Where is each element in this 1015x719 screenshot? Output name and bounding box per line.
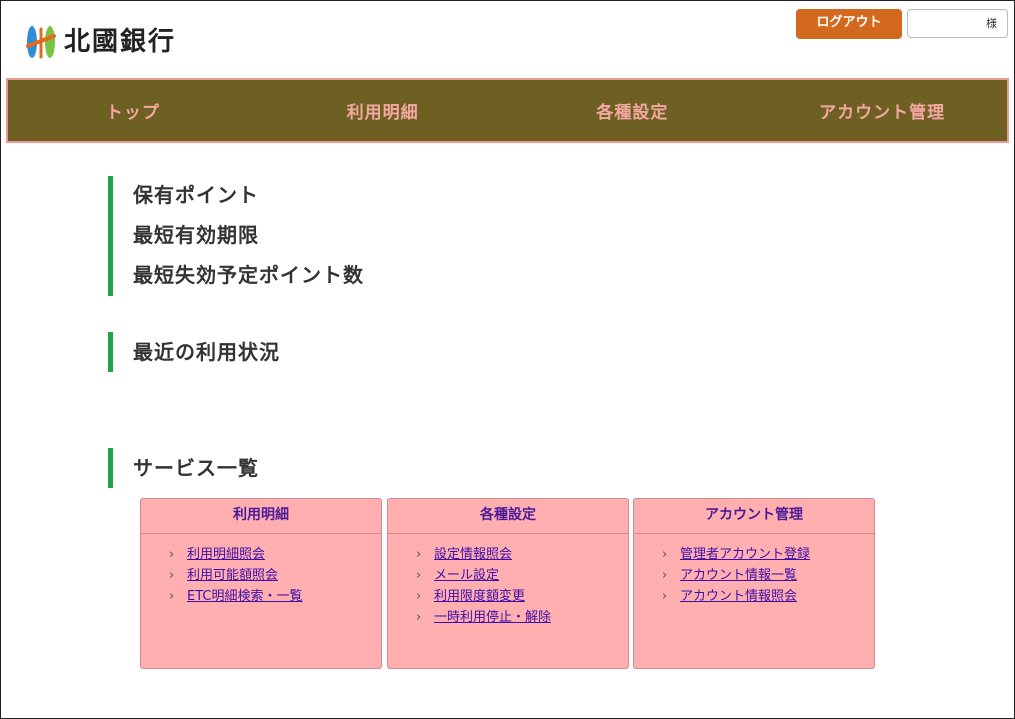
link-limit-change[interactable]: 利用限度額変更 bbox=[434, 586, 525, 607]
chevron-right-icon: › bbox=[416, 547, 422, 562]
list-item: › 設定情報照会 bbox=[416, 544, 628, 565]
chevron-right-icon: › bbox=[416, 568, 422, 583]
chevron-right-icon: › bbox=[169, 547, 175, 562]
service-box-account-management: アカウント管理 › 管理者アカウント登録 › アカウント情報一覧 › アカウント情報照… bbox=[633, 498, 875, 669]
list-item: › アカウント情報一覧 bbox=[662, 565, 874, 586]
logout-button[interactable]: ログアウト bbox=[796, 9, 902, 39]
chevron-right-icon: › bbox=[662, 547, 668, 562]
link-temporary-suspension[interactable]: 一時利用停止・解除 bbox=[434, 607, 551, 628]
recent-usage-section: 最近の利用状況 bbox=[108, 332, 280, 372]
nav-item-settings[interactable]: 各種設定 bbox=[508, 80, 758, 141]
service-box-title: 各種設定 bbox=[388, 499, 628, 534]
service-list-section: サービス一覧 bbox=[108, 448, 259, 488]
link-statement-inquiry[interactable]: 利用明細照会 bbox=[187, 544, 265, 565]
list-item: › アカウント情報照会 bbox=[662, 586, 874, 607]
user-suffix: 様 bbox=[986, 17, 997, 30]
link-etc-search[interactable]: ETC明細検索・一覧 bbox=[187, 586, 302, 607]
chevron-right-icon: › bbox=[416, 589, 422, 604]
nav-item-statements[interactable]: 利用明細 bbox=[258, 80, 508, 141]
user-name-display: 様 bbox=[907, 9, 1008, 38]
list-item: › 利用限度額変更 bbox=[416, 586, 628, 607]
service-box-title: 利用明細 bbox=[141, 499, 381, 534]
nav-item-account-management[interactable]: アカウント管理 bbox=[757, 80, 1007, 141]
chevron-right-icon: › bbox=[662, 568, 668, 583]
link-settings-inquiry[interactable]: 設定情報照会 bbox=[434, 544, 512, 565]
list-item: › 一時利用停止・解除 bbox=[416, 607, 628, 628]
service-box-statements: 利用明細 › 利用明細照会 › 利用可能額照会 › ETC明細検索・一覧 bbox=[140, 498, 382, 669]
points-section: 保有ポイント 最短有効期限 最短失効予定ポイント数 bbox=[108, 176, 364, 296]
chevron-right-icon: › bbox=[662, 589, 668, 604]
service-box-settings: 各種設定 › 設定情報照会 › メール設定 › 利用限度額変更 › 一時利用停止・解除 bbox=[387, 498, 629, 669]
bank-name: 北國銀行 bbox=[64, 27, 177, 57]
list-item: › メール設定 bbox=[416, 565, 628, 586]
link-available-amount[interactable]: 利用可能額照会 bbox=[187, 565, 278, 586]
list-item: › 利用明細照会 bbox=[169, 544, 381, 565]
list-item: › 管理者アカウント登録 bbox=[662, 544, 874, 565]
link-mail-settings[interactable]: メール設定 bbox=[434, 565, 499, 586]
chevron-right-icon: › bbox=[169, 568, 175, 583]
hokkoku-logo-icon bbox=[26, 26, 56, 59]
link-account-inquiry[interactable]: アカウント情報照会 bbox=[680, 586, 797, 607]
earliest-expiry-label: 最短有効期限 bbox=[133, 223, 259, 247]
link-admin-account-registration[interactable]: 管理者アカウント登録 bbox=[680, 544, 810, 565]
chevron-right-icon: › bbox=[169, 589, 175, 604]
expiring-points-label: 最短失効予定ポイント数 bbox=[133, 263, 364, 287]
chevron-right-icon: › bbox=[416, 610, 422, 625]
nav-item-top[interactable]: トップ bbox=[8, 80, 258, 141]
held-points-label: 保有ポイント bbox=[133, 183, 259, 207]
bank-logo[interactable]: 北國銀行 bbox=[25, 24, 176, 60]
recent-usage-title: 最近の利用状況 bbox=[133, 340, 280, 364]
list-item: › 利用可能額照会 bbox=[169, 565, 381, 586]
service-box-title: アカウント管理 bbox=[634, 499, 874, 534]
main-nav: トップ 利用明細 各種設定 アカウント管理 bbox=[6, 78, 1009, 143]
service-list-title: サービス一覧 bbox=[133, 456, 259, 480]
link-account-list[interactable]: アカウント情報一覧 bbox=[680, 565, 797, 586]
list-item: › ETC明細検索・一覧 bbox=[169, 586, 381, 607]
